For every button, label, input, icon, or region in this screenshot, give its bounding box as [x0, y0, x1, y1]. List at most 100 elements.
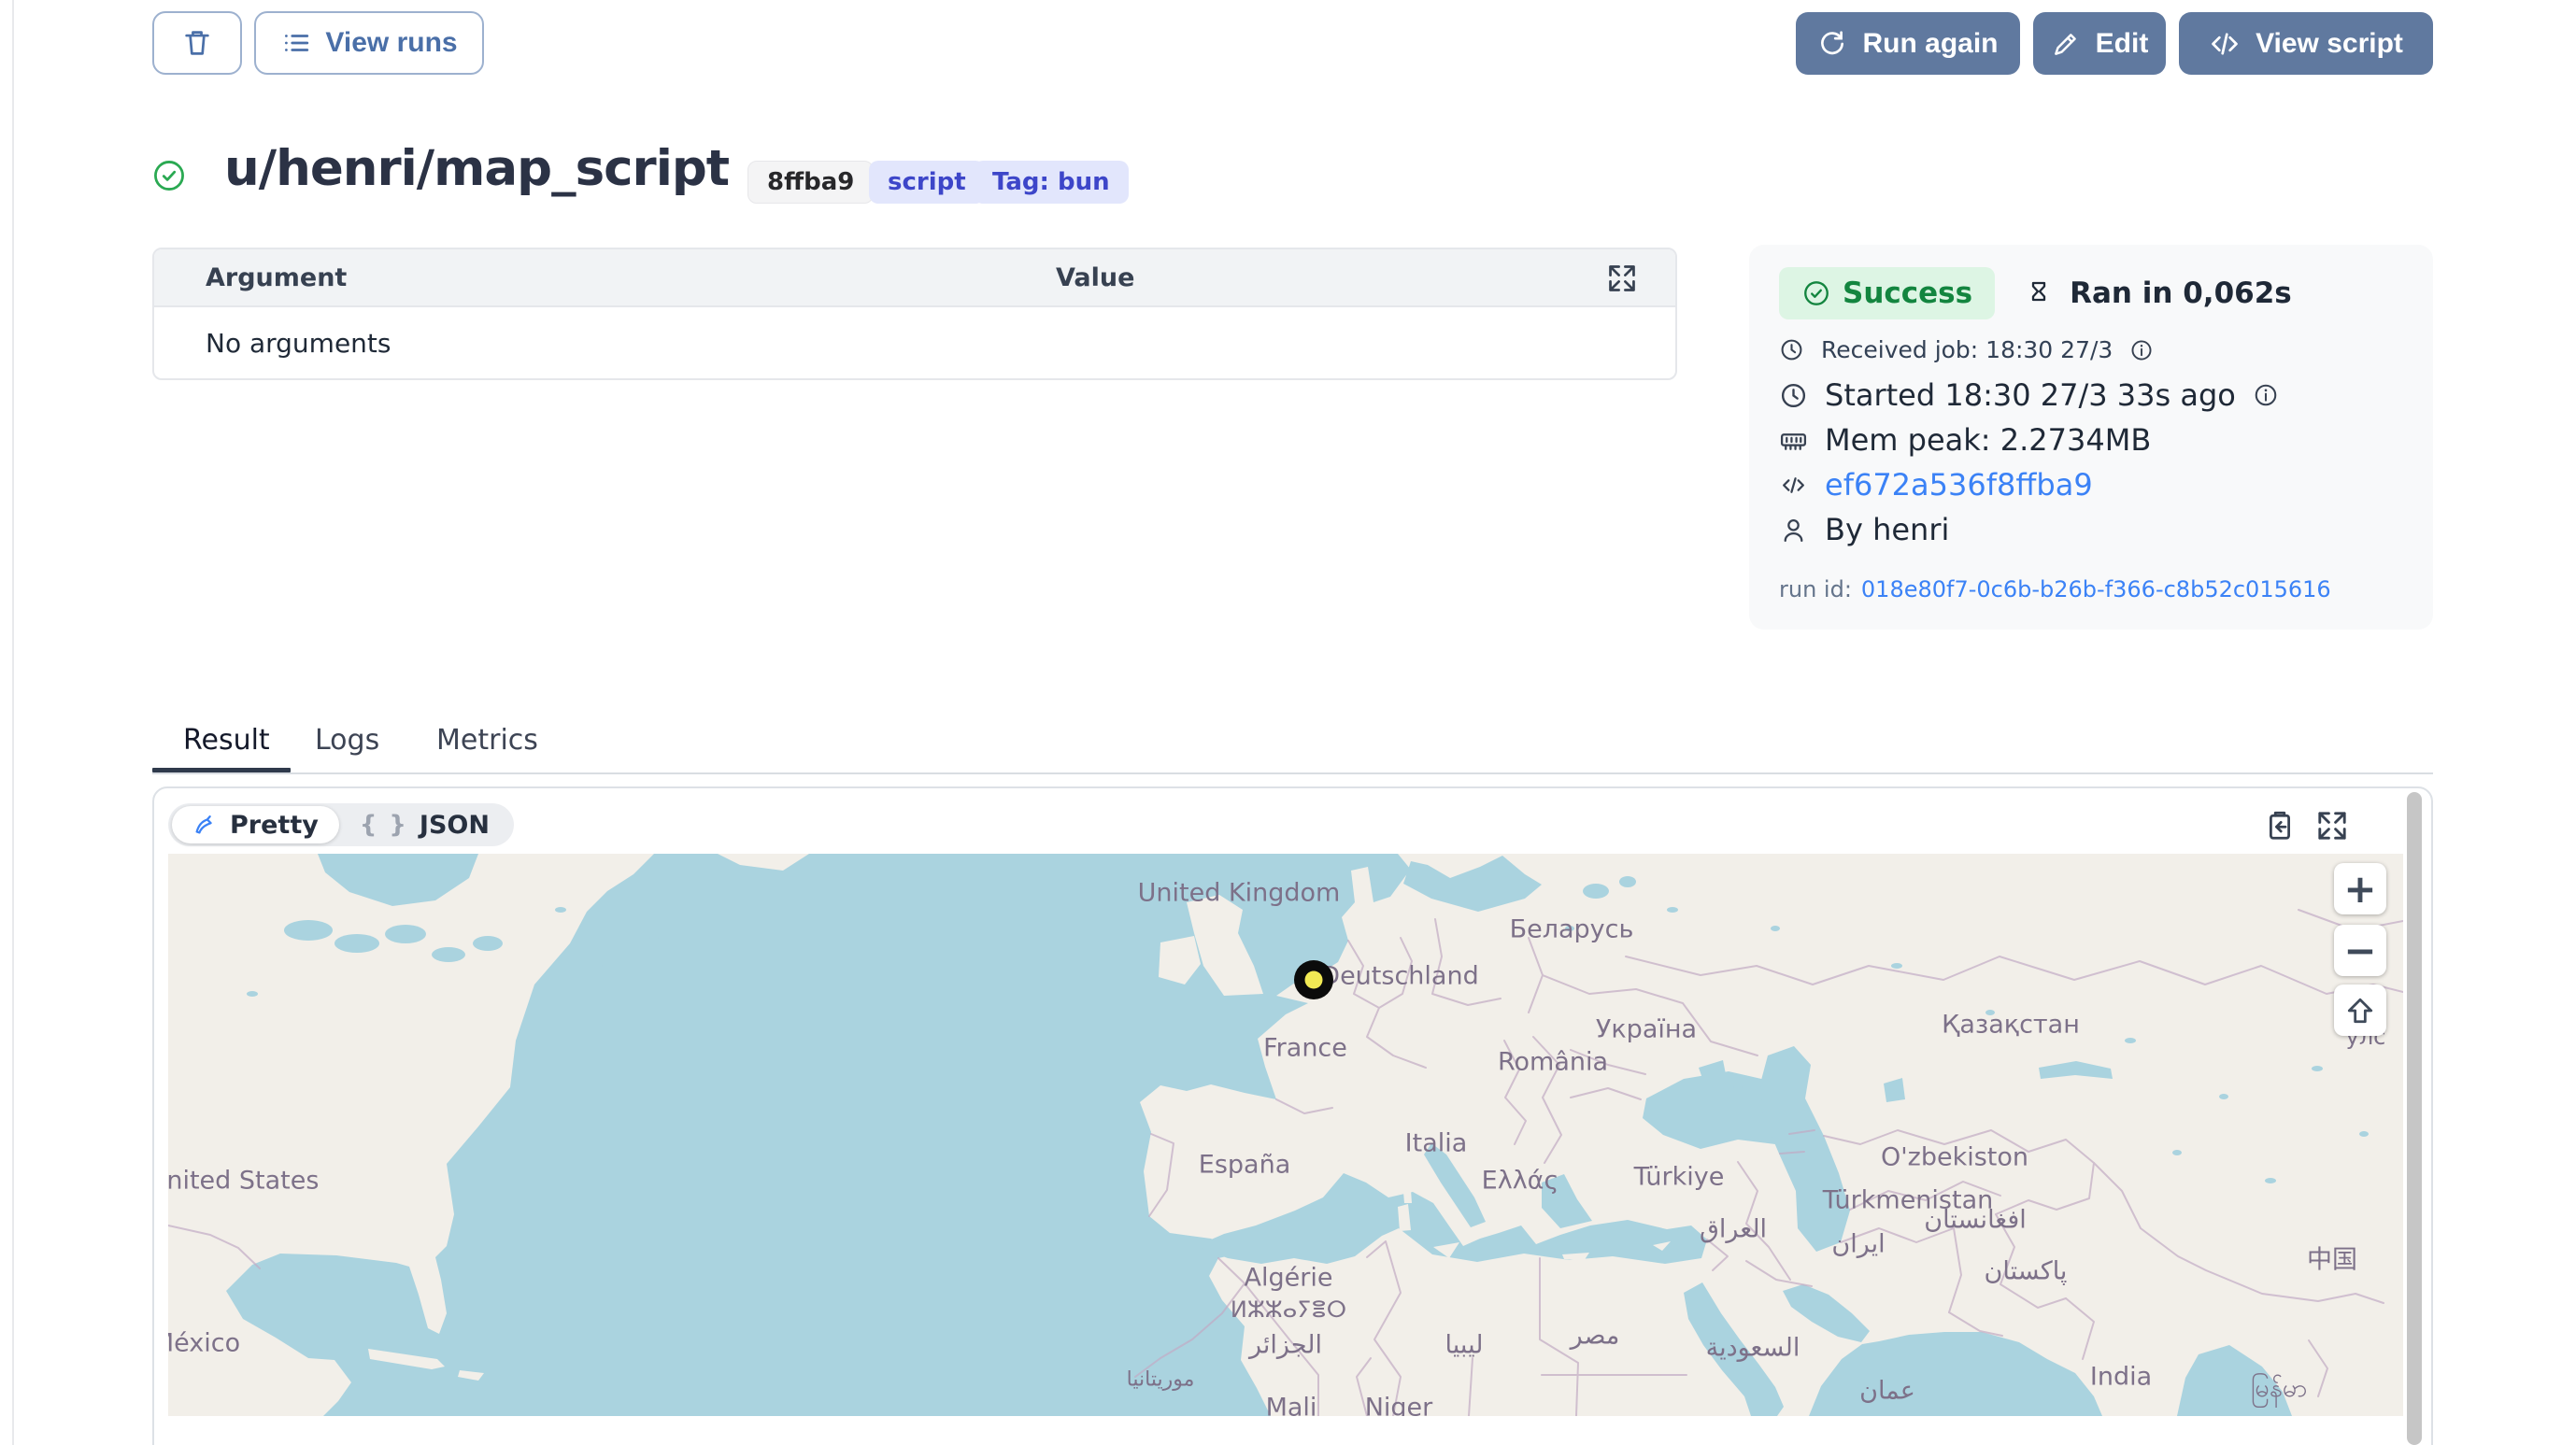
arguments-table: Argument Value No arguments	[152, 248, 1677, 380]
map-country-label: 中国	[2307, 1240, 2357, 1276]
no-arguments-text: No arguments	[206, 328, 391, 359]
edit-button[interactable]: Edit	[2033, 12, 2166, 75]
script-hash-link[interactable]: ef672a536f8ffba9	[1825, 467, 2093, 503]
list-icon	[280, 28, 310, 58]
json-toggle[interactable]: { } JSON	[339, 806, 510, 843]
pen-icon	[192, 812, 219, 838]
pencil-icon	[2051, 29, 2081, 59]
map-country-label: Қазақстан	[1942, 1011, 2080, 1040]
view-runs-button[interactable]: View runs	[254, 11, 484, 75]
person-icon	[1779, 516, 1808, 545]
result-view-toggle: Pretty { } JSON	[168, 803, 514, 846]
active-tab-underline	[152, 768, 291, 772]
run-id-link[interactable]: 018e80f7-0c6b-b26b-f366-c8b52c015616	[1861, 576, 2331, 602]
braces-icon: { }	[360, 811, 408, 839]
sidebar-divider	[12, 0, 14, 1445]
map-country-label: عمان	[1859, 1377, 1915, 1406]
kind-badge: script	[869, 161, 985, 204]
map-country-label: السعودية	[1706, 1334, 1800, 1363]
trash-icon	[181, 27, 213, 59]
result-scrollbar[interactable]	[2407, 792, 2422, 1445]
run-id-row: run id: 018e80f7-0c6b-b26b-f366-c8b52c01…	[1779, 576, 2331, 602]
expand-result-icon[interactable]	[2315, 809, 2349, 843]
map-country-label: Türkmenistan	[1823, 1186, 1993, 1215]
memory-icon	[1779, 426, 1808, 455]
edit-label: Edit	[2096, 28, 2149, 60]
map-country-label: United Kingdom	[1138, 879, 1341, 908]
info-icon[interactable]	[2253, 382, 2279, 408]
copy-result-icon[interactable]	[2263, 809, 2297, 843]
expand-table-icon[interactable]	[1606, 262, 1638, 294]
map-country-label: Italia	[1405, 1129, 1468, 1158]
map-country-label: الجزائر	[1249, 1331, 1322, 1360]
info-icon[interactable]	[2129, 338, 2154, 362]
map-country-label: ⵍⵣⵣⴰⵢⴻⵔ	[1231, 1296, 1346, 1323]
map-country-label: العراق	[1700, 1215, 1767, 1244]
tab-logs[interactable]: Logs	[315, 724, 379, 757]
code-icon	[2209, 28, 2241, 60]
map-country-label: پاکستان	[1985, 1257, 2068, 1286]
map-country-label: موريتانيا	[1127, 1368, 1195, 1392]
hash-row: ef672a536f8ffba9	[1779, 467, 2093, 503]
run-page: View runs Run again Edit View script	[0, 0, 2576, 1445]
map-country-label: India	[2090, 1363, 2152, 1392]
hourglass-icon	[2025, 279, 2053, 307]
map-country-label: United States	[168, 1167, 319, 1196]
page-title: u/henri/map_script	[224, 140, 729, 197]
tab-metrics[interactable]: Metrics	[436, 724, 538, 757]
map-country-label: Mali	[1266, 1394, 1317, 1417]
map-country-label: Ελλάς	[1482, 1167, 1559, 1196]
map-country-label: México	[168, 1329, 240, 1358]
run-again-label: Run again	[1862, 28, 1998, 60]
map-country-label: O'zbekiston	[1881, 1143, 2028, 1172]
view-runs-label: View runs	[325, 27, 457, 59]
tab-result[interactable]: Result	[183, 724, 270, 757]
map-country-label: Беларусь	[1510, 915, 1634, 944]
view-script-button[interactable]: View script	[2179, 12, 2433, 75]
received-row: Received job: 18:30 27/3	[1779, 336, 2154, 363]
refresh-icon	[1817, 29, 1847, 59]
status-badge: Success	[1779, 267, 1995, 319]
map-canvas[interactable]: United States México United Kingdom Беларус…	[168, 854, 2403, 1416]
run-id-label: run id:	[1779, 576, 1852, 602]
map-country-label: Україна	[1596, 1015, 1697, 1044]
arrow-up-icon	[2345, 996, 2375, 1026]
by-row: By henri	[1779, 512, 1949, 547]
by-text: By henri	[1825, 512, 1949, 547]
map-country-label: Niger	[1365, 1394, 1433, 1417]
tabs-divider	[152, 772, 2433, 774]
run-again-button[interactable]: Run again	[1796, 12, 2020, 75]
map-zoom-in-button[interactable]: +	[2334, 863, 2386, 914]
result-panel: Pretty { } JSON	[152, 786, 2433, 1445]
view-script-label: View script	[2256, 28, 2403, 60]
hash-badge: 8ffba9	[747, 161, 874, 204]
mem-row: Mem peak: 2.2734MB	[1779, 422, 2151, 458]
map-country-label: España	[1199, 1151, 1290, 1180]
started-row: Started 18:30 27/3 33s ago	[1779, 377, 2279, 413]
success-check-icon	[151, 158, 187, 193]
duration-text: Ran in 0,062s	[2070, 276, 2292, 310]
map-country-label: Türkiye	[1634, 1163, 1725, 1192]
map-marker[interactable]	[1294, 960, 1333, 999]
map-country-label: မြန်မာ	[2251, 1372, 2307, 1410]
code-icon	[1779, 471, 1808, 500]
map-labels: United States México United Kingdom Беларус…	[168, 854, 2403, 1416]
map-country-label: افغانستان	[1924, 1206, 2026, 1235]
clock-icon	[1779, 381, 1808, 410]
map-reset-view-button[interactable]	[2334, 985, 2386, 1036]
map-country-label: مصر	[1571, 1322, 1620, 1351]
delete-run-button[interactable]	[152, 11, 242, 75]
map-zoom-out-button[interactable]: −	[2334, 925, 2386, 976]
map-country-label: România	[1498, 1048, 1608, 1077]
map-country-label: ليبيا	[1445, 1331, 1484, 1360]
pretty-toggle[interactable]: Pretty	[172, 806, 339, 843]
clock-icon	[1779, 337, 1804, 362]
col-value: Value	[1056, 263, 1134, 292]
mem-text: Mem peak: 2.2734MB	[1825, 422, 2151, 458]
tag-badge: Tag: bun	[974, 161, 1129, 204]
map-country-label: Algérie	[1245, 1264, 1333, 1293]
map-country-label: Deutschland	[1320, 962, 1478, 991]
map-country-label: ايران	[1831, 1230, 1885, 1259]
map-country-label: France	[1263, 1034, 1347, 1063]
col-argument: Argument	[206, 263, 347, 292]
